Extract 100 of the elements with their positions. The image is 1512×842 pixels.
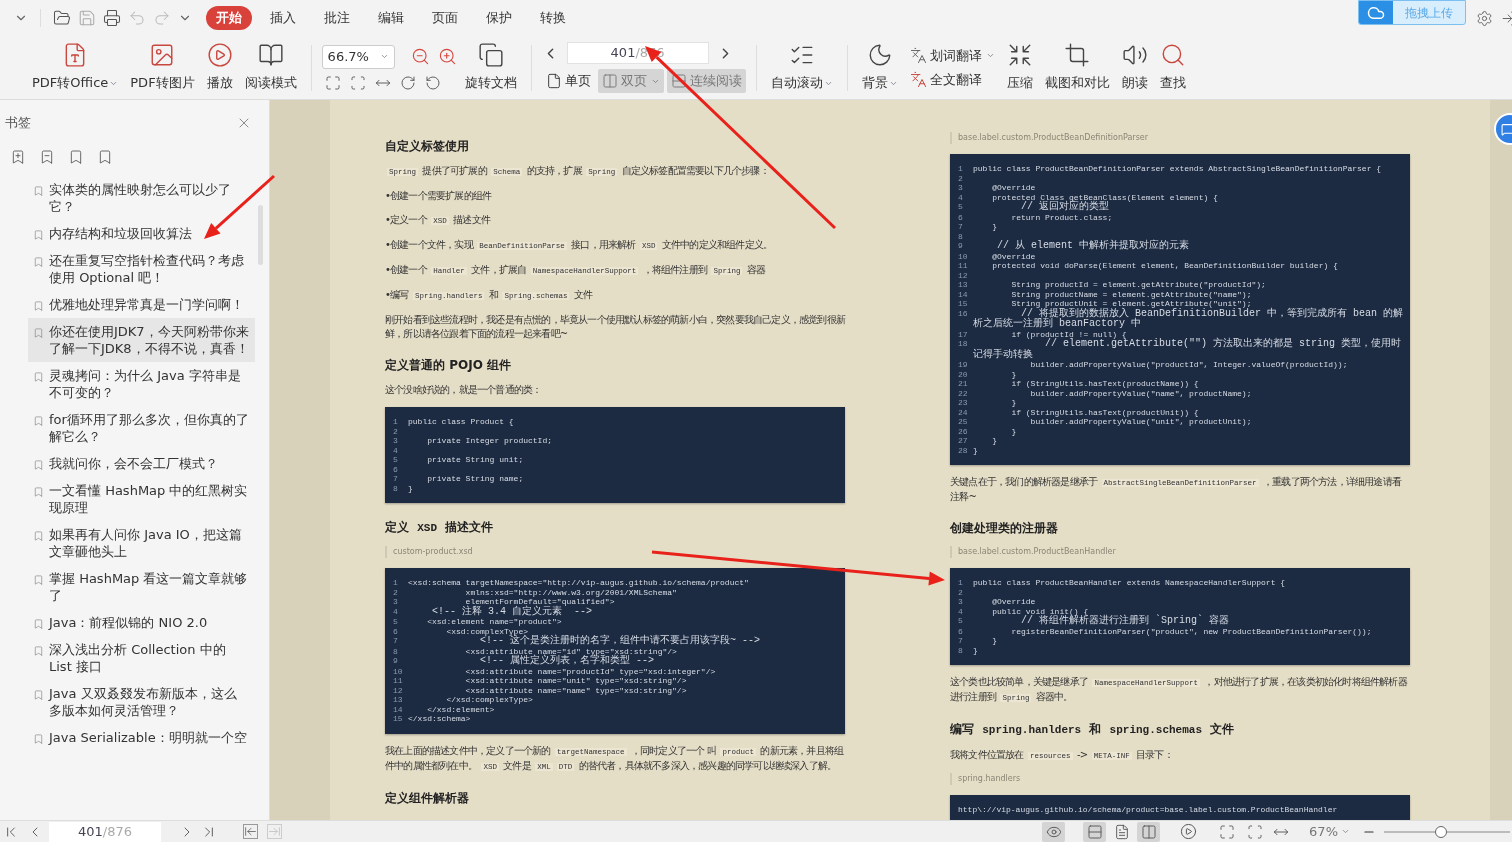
code-line: return Product.class; (1010, 212, 1113, 222)
rotate-document-button[interactable]: 旋转文档 (460, 38, 521, 97)
ribbon-tab[interactable]: 转换 (530, 6, 576, 30)
bookmark-item[interactable]: for循环用了那么多次，但你真的了解它么？ (28, 406, 255, 450)
print-icon[interactable] (103, 9, 121, 27)
code-line: <xsd:element name="product"> (426, 617, 562, 627)
open-icon[interactable] (53, 9, 71, 27)
code-line: if (StringUtils.hasText(productUnit)) { (1010, 407, 1199, 417)
auto-scroll-button[interactable]: 自动滚动 (766, 38, 837, 97)
line-number: 2 (958, 587, 964, 597)
play-icon[interactable] (1180, 823, 1198, 840)
code-line: } (991, 436, 997, 446)
rotate-left-icon[interactable] (424, 74, 441, 91)
fit-page-icon[interactable] (1247, 823, 1264, 840)
bookmark-item[interactable]: 我就问你，会不会工厂模式？ (28, 450, 255, 477)
scrollbar-thumb[interactable] (258, 205, 263, 265)
line-number: 21 (958, 379, 969, 389)
bookmark-item[interactable]: Java：前程似锦的 NIO 2.0 (28, 609, 255, 636)
line-number: 14 (393, 704, 404, 714)
line-number: 26 (958, 426, 969, 436)
bookmark-icon[interactable] (68, 149, 84, 165)
line-number: 12 (958, 270, 969, 280)
bookmark-icon[interactable] (97, 149, 113, 165)
zoom-in-icon[interactable] (437, 47, 457, 66)
background-button[interactable]: 背景 (857, 38, 902, 97)
code-line: private String unit; (426, 455, 524, 465)
zoom-select[interactable]: 66.7% (321, 44, 395, 69)
code-line: } (408, 483, 413, 493)
bookmark-icon (33, 300, 44, 312)
screenshot-icon (1064, 42, 1091, 69)
translate-button[interactable]: 划词翻译 (909, 46, 995, 66)
search-button[interactable]: 查找 (1155, 38, 1190, 97)
rotate-right-icon[interactable] (399, 74, 416, 91)
bookmark-item[interactable]: 还在重复写空指针检查代码？考虑使用 Optional 吧！ (28, 247, 255, 291)
settings-icon[interactable] (1476, 9, 1493, 27)
zoom-select[interactable]: 67% (1309, 821, 1350, 842)
bookmark-icon (33, 327, 44, 339)
pdf-to-image-button[interactable]: PDF转图片 (126, 38, 199, 97)
slider-thumb[interactable] (1435, 825, 1448, 838)
code-line: } (1010, 369, 1017, 379)
continuous-button[interactable] (1083, 821, 1107, 842)
double-page-button[interactable] (1137, 821, 1161, 842)
ribbon-tab[interactable]: 保护 (476, 6, 522, 30)
bookmark-item[interactable]: 如果再有人问你 Java IO，把这篇文章砸他头上 (28, 521, 255, 565)
translate-button[interactable]: 全文翻译 (909, 69, 995, 89)
line-number: 11 (958, 261, 969, 271)
bookmark-icon (33, 618, 44, 630)
code-line: // 返回对应的类型 (1021, 202, 1110, 213)
chat-icon (1501, 122, 1512, 136)
line-number: 1 (958, 578, 964, 588)
ribbon-tab[interactable]: 插入 (260, 6, 306, 30)
bookmark-item[interactable]: 优雅地处理异常真是一门学问啊！ (28, 291, 255, 318)
line-number: 8 (393, 646, 399, 656)
code-line: <xsd:attribute name="unit" type="xsd:string"/> (464, 676, 687, 686)
line-number: 22 (958, 388, 969, 398)
compress-button[interactable]: 压缩 (1002, 38, 1037, 97)
bookmark-item[interactable]: 实体类的属性映射怎么可以少了它？ (28, 176, 255, 220)
bookmark-item[interactable]: 内存结构和垃圾回收算法 (28, 220, 255, 247)
code-line: protected void doParse(Element element, BeanDefinitionBuilder builder) { (991, 261, 1338, 271)
fit-page-icon[interactable] (349, 74, 366, 91)
line-number: 4 (958, 192, 964, 202)
bookmark-item[interactable]: 深入浅出分析 Collection 中的 List 接口 (28, 636, 255, 680)
line-number: 5 (958, 616, 964, 626)
bookmark-item[interactable]: 掌握 HashMap 看这一篇文章就够了 (28, 565, 255, 609)
page-number-field[interactable]: 401/876 (49, 821, 161, 842)
reading-mode-button[interactable]: 阅读模式 (240, 38, 301, 97)
line-number: 15 (958, 299, 969, 309)
back-icon[interactable] (243, 824, 258, 839)
ribbon-tab[interactable]: 开始 (206, 6, 252, 30)
line-number: 19 (958, 360, 969, 370)
line-number: 10 (393, 666, 404, 676)
caret-icon (379, 52, 389, 61)
paragraph: 刚开始看到这些流程时，我还是有点慌的，毕竟从一个使用默认标签的萌新小白，突然要我自己定义，感觉到很新鲜，所以请各位跟着下面的流程一起来看吧~ (385, 313, 845, 341)
screenshot-button[interactable]: 截图和对比 (1040, 38, 1114, 97)
pdf-to-office-button[interactable]: PDF转Office (28, 38, 123, 97)
add-bookmark-icon[interactable] (10, 149, 26, 165)
bookmark-icon (33, 371, 44, 383)
eye-button[interactable] (1042, 821, 1066, 842)
code-line: </xsd:schema> (408, 714, 471, 724)
view-mode-button[interactable]: 单页 (541, 69, 595, 93)
remove-bookmark-icon[interactable] (39, 149, 55, 165)
zoom-out-icon[interactable] (410, 47, 430, 66)
zoom-slider[interactable] (1384, 824, 1510, 839)
line-number: 4 (393, 606, 399, 616)
ribbon-tab[interactable]: 批注 (314, 6, 360, 30)
bookmark-item[interactable]: 你还在使用JDK7，今天阿粉带你来了解一下JDK8，不得不说，真香！ (28, 318, 255, 362)
code-line: </xsd:element> (426, 704, 495, 714)
code-line: http\://vip-augus.github.io/schema/product=base.label.custom.ProductBeanHandler (958, 805, 1338, 815)
read-aloud-button[interactable]: 朗读 (1117, 38, 1152, 97)
bookmark-item[interactable]: Java 又双叒叕发布新版本，这么多版本如何灵活管理？ (28, 680, 255, 724)
line-number: 7 (393, 474, 399, 484)
ribbon-tab[interactable]: 编辑 (368, 6, 414, 30)
ribbon-tab[interactable]: 页面 (422, 6, 468, 30)
bookmark-item[interactable]: Java Serializable：明明就一个空 (28, 724, 255, 751)
bookmark-item[interactable]: 一文看懂 HashMap 中的红黑树实现原理 (28, 477, 255, 521)
translate-icon (909, 70, 927, 88)
line-number: 16 (958, 308, 969, 318)
play-button[interactable]: 播放 (202, 38, 237, 97)
code-line: <!-- 属性定义列表，名字和类型 --> (479, 656, 655, 667)
bookmark-item[interactable]: 灵魂拷问：为什么 Java 字符串是不可变的？ (28, 362, 255, 406)
